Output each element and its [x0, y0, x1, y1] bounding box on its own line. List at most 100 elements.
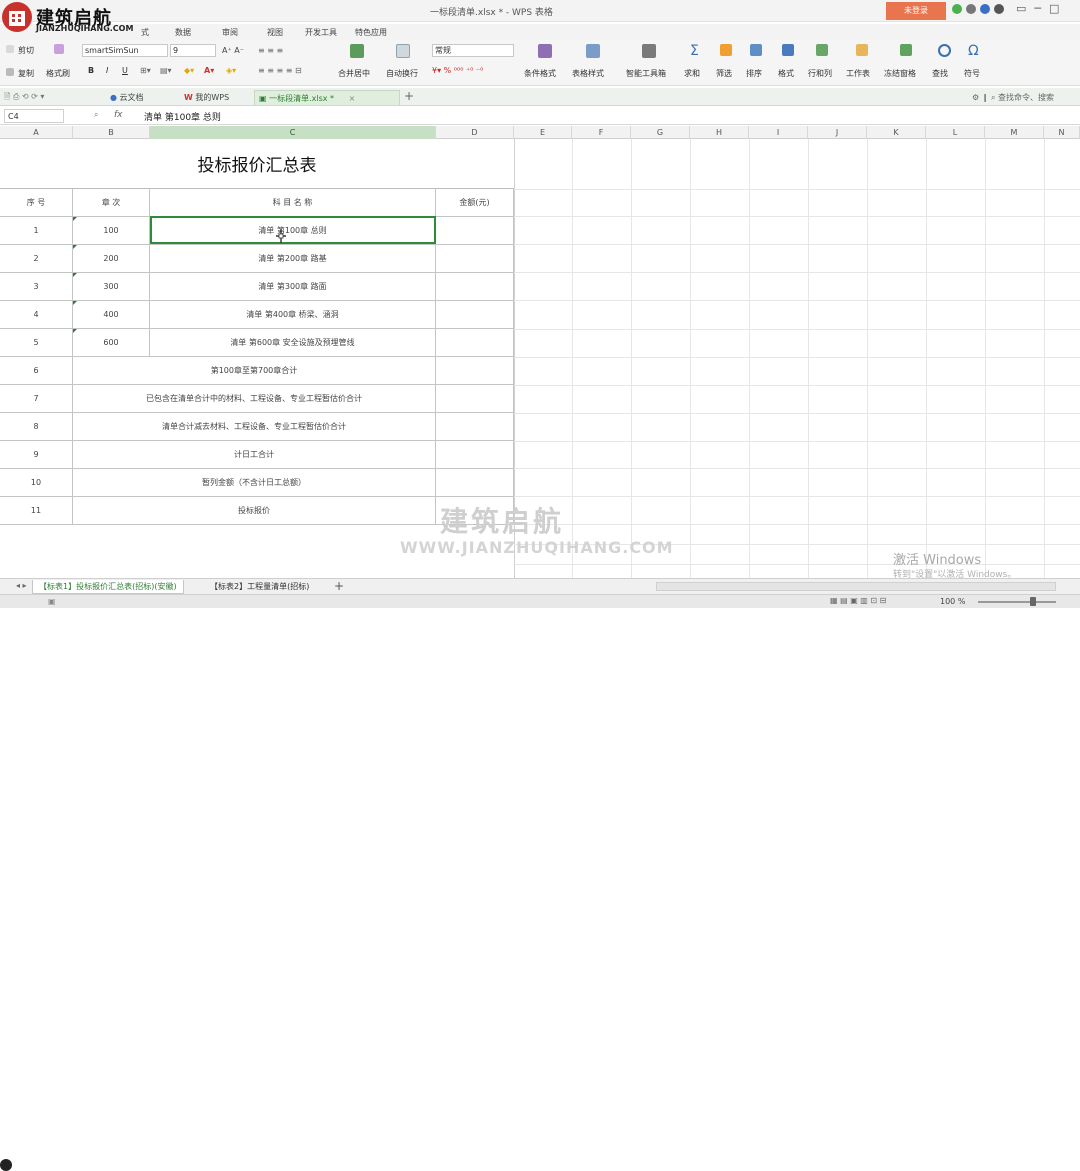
column-header-l[interactable]: L [926, 126, 985, 139]
row-col-button[interactable]: 行和列 [808, 68, 832, 79]
column-header-d[interactable]: D [436, 126, 514, 139]
font-color-icon[interactable]: A▾ [204, 66, 214, 75]
menu-item-review[interactable]: 审阅 [222, 27, 238, 38]
help-icon[interactable] [994, 4, 1004, 14]
column-header-g[interactable]: G [631, 126, 690, 139]
font-name-select[interactable]: smartSimSun [82, 44, 168, 57]
header-chapter[interactable]: 章 次 [73, 189, 150, 217]
row-amount[interactable] [436, 301, 514, 329]
summary-no[interactable]: 6 [0, 357, 73, 385]
login-button[interactable]: 未登录 [886, 2, 946, 20]
zoom-slider[interactable] [978, 601, 1056, 603]
underline-button[interactable]: U [122, 66, 128, 75]
row-chapter[interactable]: 400 [73, 301, 150, 329]
font-size-select[interactable]: 9 [170, 44, 216, 57]
add-sheet-icon[interactable]: + [334, 579, 344, 593]
menu-item-view[interactable]: 视图 [267, 27, 283, 38]
search-command-field[interactable]: ⚙ ❙ ⌕ 查找命令、搜索 [972, 92, 1054, 103]
bold-button[interactable]: B [88, 66, 94, 75]
column-header-c[interactable]: C [150, 126, 436, 139]
column-header-j[interactable]: J [808, 126, 867, 139]
summary-text[interactable]: 清单合计减去材料、工程设备、专业工程暂估价合计 [73, 413, 436, 441]
view-mode-icons[interactable]: ▦ ▤ ▣ ▥ ⊡ ⊟ [830, 596, 886, 605]
new-tab-icon[interactable]: + [404, 89, 414, 103]
summary-text[interactable]: 计日工合计 [73, 441, 436, 469]
border-icon[interactable]: ⊞▾ [140, 66, 151, 75]
tab-my-wps[interactable]: W 我的WPS [180, 90, 233, 105]
column-header-f[interactable]: F [572, 126, 631, 139]
align-top-icon[interactable]: ≡ ≡ ≡ [258, 46, 283, 55]
row-no[interactable]: 3 [0, 273, 73, 301]
table-style-button[interactable]: 表格样式 [572, 68, 604, 79]
sheet-tab-bill[interactable]: 【标表2】工程量清单(招标) [204, 580, 315, 594]
quick-access-icons[interactable]: 🗎 ⎙ ⟲ ⟳ ▾ [4, 91, 44, 105]
menu-item-developer[interactable]: 开发工具 [305, 27, 337, 38]
column-header-h[interactable]: H [690, 126, 749, 139]
format-painter-button[interactable]: 格式刷 [46, 68, 70, 79]
header-no[interactable]: 序 号 [0, 189, 73, 217]
row-item-name[interactable]: 清单 第400章 桥梁、涵洞 [150, 301, 436, 329]
freeze-button[interactable]: 冻结窗格 [884, 68, 916, 79]
row-no[interactable]: 1 [0, 217, 73, 245]
maximize-icon[interactable]: □ [1049, 2, 1059, 15]
summary-amount[interactable] [436, 413, 514, 441]
sheet-nav-icon[interactable]: ◂ ▸ [16, 581, 27, 590]
summary-amount[interactable] [436, 441, 514, 469]
formula-content[interactable]: 清单 第100章 总则 [144, 110, 221, 123]
symbol-button[interactable]: 符号 [964, 68, 980, 79]
summary-no[interactable]: 7 [0, 385, 73, 413]
row-chapter[interactable]: 200 [73, 245, 150, 273]
row-amount[interactable] [436, 273, 514, 301]
tab-cloud-docs[interactable]: ● 云文档 [106, 90, 148, 105]
wrap-text-button[interactable]: 自动换行 [386, 68, 418, 79]
row-chapter[interactable]: 600 [73, 329, 150, 357]
cell-name-box[interactable]: C4 [4, 109, 64, 123]
align-left-icon[interactable]: ≡ ≡ ≡ ≡ ⊟ [258, 66, 302, 75]
cut-button[interactable]: 剪切 [18, 45, 34, 56]
selected-cell[interactable] [150, 216, 436, 244]
find-button[interactable]: 查找 [932, 68, 948, 79]
summary-no[interactable]: 8 [0, 413, 73, 441]
italic-button[interactable]: I [106, 66, 108, 75]
worksheet-button[interactable]: 工作表 [846, 68, 870, 79]
fill-color-icon[interactable]: ▤▾ [160, 66, 172, 75]
column-header-n[interactable]: N [1044, 126, 1080, 139]
row-amount[interactable] [436, 217, 514, 245]
row-item-name[interactable]: 清单 第200章 路基 [150, 245, 436, 273]
summary-text[interactable]: 投标报价 [73, 497, 436, 525]
menu-item-formula[interactable]: 式 [141, 27, 149, 38]
number-format-select[interactable]: 常规 [432, 44, 514, 57]
minimize-icon[interactable]: ─ [1034, 2, 1041, 15]
sum-button[interactable]: 求和 [684, 68, 700, 79]
column-header-m[interactable]: M [985, 126, 1044, 139]
row-no[interactable]: 2 [0, 245, 73, 273]
summary-text[interactable]: 第100章至第700章合计 [73, 357, 436, 385]
currency-icon[interactable]: ¥▾ % ⁰⁰⁰ ⁺⁰ ⁻⁰ [432, 66, 483, 75]
zoom-search-icon[interactable]: ⌕ [94, 110, 98, 120]
row-no[interactable]: 5 [0, 329, 73, 357]
merge-center-button[interactable]: 合并居中 [338, 68, 370, 79]
summary-no[interactable]: 10 [0, 469, 73, 497]
conditional-format-button[interactable]: 条件格式 [524, 68, 556, 79]
column-header-b[interactable]: B [73, 126, 150, 139]
filter-button[interactable]: 筛选 [716, 68, 732, 79]
row-amount[interactable] [436, 329, 514, 357]
column-header-e[interactable]: E [514, 126, 572, 139]
summary-text[interactable]: 已包含在清单合计中的材料、工程设备、专业工程暂估价合计 [73, 385, 436, 413]
column-header-i[interactable]: I [749, 126, 808, 139]
header-amount[interactable]: 金额(元) [436, 189, 514, 217]
column-header-k[interactable]: K [867, 126, 926, 139]
row-chapter[interactable]: 300 [73, 273, 150, 301]
zoom-slider-knob[interactable] [1030, 597, 1036, 606]
menu-item-features[interactable]: 特色应用 [355, 27, 387, 38]
row-chapter[interactable]: 100 [73, 217, 150, 245]
column-header-a[interactable]: A [0, 126, 73, 139]
summary-amount[interactable] [436, 385, 514, 413]
summary-amount[interactable] [436, 469, 514, 497]
fx-icon[interactable]: fx [114, 110, 123, 120]
sheet-title[interactable]: 投标报价汇总表 [0, 139, 514, 189]
header-item-name[interactable]: 科 目 名 称 [150, 189, 436, 217]
settings-icon[interactable] [966, 4, 976, 14]
summary-no[interactable]: 11 [0, 497, 73, 525]
clear-icon[interactable]: ◈▾ [226, 66, 236, 75]
